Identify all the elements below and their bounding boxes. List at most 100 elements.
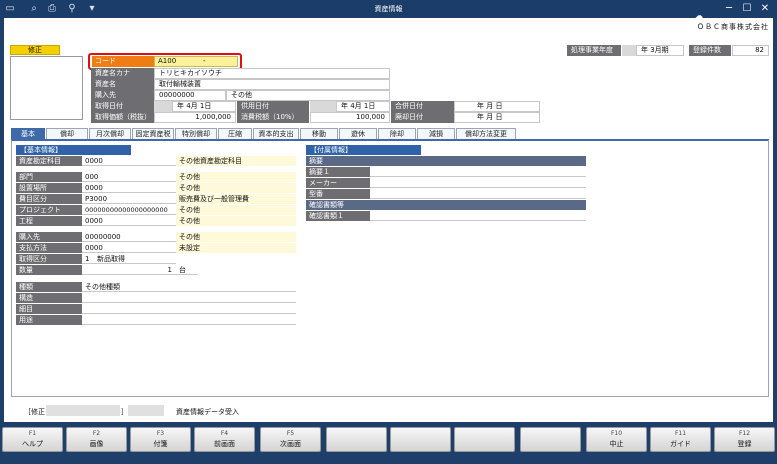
f10-button[interactable]: F10 中止 (586, 427, 647, 452)
status-mode: ［修正 (24, 408, 45, 416)
status-message: 資産情報データ受入 (176, 408, 239, 416)
purchase-code-field[interactable]: 00000000 (154, 90, 226, 101)
dispose-date-field[interactable]: 年 月 日 (454, 112, 540, 123)
cost-code-field[interactable]: P3000 (82, 194, 176, 204)
function-key-bar: F1 ヘルプ F2 画像 F3 付箋 F4 前画面 F5 次画面 F10 中止 F11 ガイド… (0, 424, 777, 464)
summary1-field[interactable] (370, 167, 586, 177)
f12-button[interactable]: F12 登録 (714, 427, 775, 452)
basic-info-header: 【基本情報】 (16, 145, 131, 155)
f7-button[interactable] (390, 427, 451, 452)
tab-capital-expenditure[interactable]: 資本的支出 (253, 128, 299, 139)
purchase-name: その他 (226, 90, 390, 101)
f9-button[interactable] (520, 427, 581, 452)
tab-method-change[interactable]: 償却方法変更 (456, 128, 516, 139)
cost-name: 販売費及び一般管理費 (176, 194, 296, 204)
struct-field[interactable] (82, 293, 296, 303)
acq-date-field[interactable]: 年 4月 1日 (172, 101, 236, 112)
acq-price-field[interactable]: 1,000,000 (154, 112, 236, 123)
usage-label: 用途 (16, 315, 82, 325)
acq-year-blank (154, 101, 172, 112)
extra-info-header: 【付属情報】 (306, 145, 421, 155)
acq-date-label: 取得日付 (91, 101, 154, 112)
status-user-blank (46, 405, 120, 416)
tab-special-depreciation[interactable]: 特別償却 (175, 128, 217, 139)
code-value: A100 (158, 57, 177, 65)
f1-button[interactable]: F1 ヘルプ (2, 427, 63, 452)
dept-code-field[interactable]: 000 (82, 172, 176, 182)
merge-date-field[interactable]: 年 月 日 (454, 101, 540, 112)
detail-field[interactable] (82, 304, 296, 314)
payment-code-field[interactable]: 0000 (82, 243, 176, 253)
doc-label: 確認書類等 (306, 200, 586, 210)
vendor-label: 購入先 (16, 232, 82, 242)
logo-icon: ☁ (695, 11, 703, 20)
tab-basic[interactable]: 基本 (11, 128, 45, 139)
vendor-name: その他 (176, 232, 296, 242)
code-label: コード (92, 56, 154, 67)
f3-button[interactable]: F3 付箋 (130, 427, 191, 452)
maker-field[interactable] (370, 178, 586, 188)
account-code-field[interactable]: 0000 (82, 156, 176, 166)
asset-image-box[interactable] (10, 56, 83, 120)
code-input[interactable]: A100 - (154, 56, 238, 67)
qty-unit: 台 (176, 265, 198, 275)
f5-button[interactable]: F5 次画面 (260, 427, 321, 452)
model-field[interactable] (370, 189, 586, 199)
qty-label: 数量 (16, 265, 82, 275)
tab-move[interactable]: 移動 (300, 128, 338, 139)
purchase-label: 購入先 (91, 90, 154, 101)
dispose-date-label: 廃却日付 (391, 112, 454, 123)
f6-button[interactable] (326, 427, 387, 452)
asset-name-field[interactable]: 取付輸械装置 (154, 79, 390, 90)
title-bar: ▭ ⌕ ⎙ ⚲ ▾ 資産情報 ─ ☐ ✕ (0, 0, 777, 18)
kana-field[interactable]: トリヒキカイソウチ (154, 68, 390, 79)
model-label: 型番 (306, 189, 370, 199)
vendor-code-field[interactable]: 00000000 (82, 232, 176, 242)
project-label: プロジェクト (16, 205, 82, 215)
tax-field[interactable]: 100,000 (310, 112, 390, 123)
acqtype-code-field[interactable]: 1 (82, 254, 94, 264)
status-date-blank (128, 405, 164, 416)
qty-field[interactable]: 1 (82, 265, 176, 275)
close-icon[interactable]: ✕ (758, 2, 772, 15)
code-dash: - (203, 57, 206, 65)
place-code-field[interactable]: 0000 (82, 183, 176, 193)
count-label: 登録件数 (689, 45, 731, 56)
tab-idle[interactable]: 遊休 (339, 128, 377, 139)
count-value: 82 (732, 45, 769, 56)
f4-button[interactable]: F4 前画面 (194, 427, 255, 452)
merge-date-label: 合併日付 (391, 101, 454, 112)
tab-depreciation[interactable]: 償却 (46, 128, 88, 139)
place-label: 設置場所 (16, 183, 82, 193)
process-code-field[interactable]: 0000 (82, 216, 176, 226)
kind-label: 種類 (16, 282, 82, 292)
project-code-field[interactable]: 00000000000000000000 (82, 205, 176, 215)
maximize-icon[interactable]: ☐ (740, 2, 754, 15)
summary1-label: 摘要１ (306, 167, 370, 177)
tab-fixed-asset-tax[interactable]: 固定資産税 (132, 128, 174, 139)
payment-label: 支払方法 (16, 243, 82, 253)
tab-monthly-depreciation[interactable]: 月次償却 (89, 128, 131, 139)
payment-name: 未設定 (176, 243, 296, 253)
summary-label: 摘要 (306, 156, 586, 166)
f2-button[interactable]: F2 画像 (66, 427, 127, 452)
status-bracket: ］ (121, 408, 128, 416)
company-name: ＯＢＣ商事株式会社 (697, 23, 769, 31)
kind-field[interactable]: その他種類 (82, 282, 296, 292)
minimize-icon[interactable]: ─ (722, 2, 736, 15)
period-value: 年 3月期 (636, 45, 684, 56)
tab-compression[interactable]: 圧縮 (218, 128, 252, 139)
edit-mode-badge: 修正 (10, 45, 60, 55)
doc1-field[interactable] (370, 211, 586, 221)
f8-button[interactable] (454, 427, 515, 452)
window-title: 資産情報 (374, 5, 403, 13)
tab-removal[interactable]: 除却 (378, 128, 416, 139)
usage-field[interactable] (82, 315, 296, 325)
f11-button[interactable]: F11 ガイド (650, 427, 711, 452)
maker-label: メーカー (306, 178, 370, 188)
use-date-field[interactable]: 年 4月 1日 (336, 101, 390, 112)
use-date-label: 供用日付 (237, 101, 309, 112)
place-name: その他 (176, 183, 296, 193)
process-label: 工程 (16, 216, 82, 226)
tab-impairment[interactable]: 減損 (417, 128, 455, 139)
